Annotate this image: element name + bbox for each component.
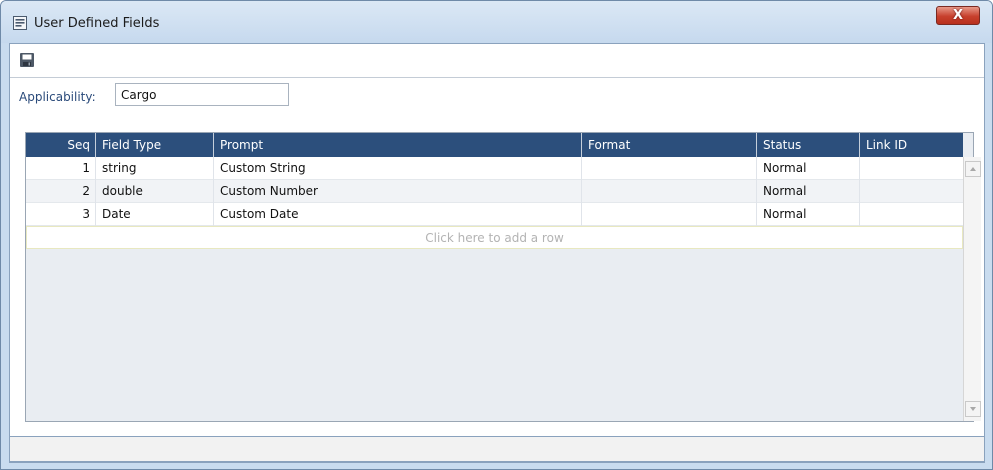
cell-status[interactable]: Normal (757, 157, 860, 180)
cell-status[interactable]: Normal (757, 203, 860, 226)
window-content: Applicability: Seq Field Type Prompt For… (9, 43, 985, 463)
form-icon (12, 15, 28, 31)
cell-link-id[interactable] (860, 203, 963, 226)
cell-field-type[interactable]: Date (96, 203, 214, 226)
applicability-field[interactable] (115, 83, 289, 106)
arrow-up-icon[interactable] (965, 161, 981, 177)
header-status[interactable]: Status (757, 133, 860, 157)
window: User Defined Fields X Applicability: Seq… (0, 0, 993, 470)
cell-prompt[interactable]: Custom String (214, 157, 582, 180)
header-link-id[interactable]: Link ID (860, 133, 963, 157)
window-title: User Defined Fields (34, 16, 160, 31)
fields-grid: Seq Field Type Prompt Format Status Link… (25, 132, 981, 422)
header-prompt[interactable]: Prompt (214, 133, 582, 157)
arrow-down-icon[interactable] (965, 401, 981, 417)
cell-field-type[interactable]: string (96, 157, 214, 180)
toolbar (10, 44, 984, 78)
table-row[interactable]: 1 string Custom String Normal (26, 157, 963, 180)
cell-seq: 3 (26, 203, 96, 226)
applicability-label: Applicability: (19, 90, 96, 104)
cell-format[interactable] (582, 157, 757, 180)
close-button[interactable]: X (936, 6, 980, 25)
cell-seq: 2 (26, 180, 96, 203)
cell-link-id[interactable] (860, 157, 963, 180)
save-icon[interactable] (19, 52, 35, 68)
cell-format[interactable] (582, 203, 757, 226)
add-row-button[interactable]: Click here to add a row (26, 226, 963, 249)
cell-prompt[interactable]: Custom Date (214, 203, 582, 226)
table-row[interactable]: 2 double Custom Number Normal (26, 180, 963, 203)
cell-field-type[interactable]: double (96, 180, 214, 203)
cell-format[interactable] (582, 180, 757, 203)
cell-status[interactable]: Normal (757, 180, 860, 203)
header-field-type[interactable]: Field Type (96, 133, 214, 157)
header-format[interactable]: Format (582, 133, 757, 157)
cell-prompt[interactable]: Custom Number (214, 180, 582, 203)
status-bar (9, 436, 985, 462)
cell-link-id[interactable] (860, 180, 963, 203)
title-bar[interactable]: User Defined Fields X (1, 1, 992, 43)
cell-seq: 1 (26, 157, 96, 180)
header-seq[interactable]: Seq (26, 133, 96, 157)
table-row[interactable]: 3 Date Custom Date Normal (26, 203, 963, 226)
vertical-scrollbar[interactable] (963, 157, 981, 421)
grid-header: Seq Field Type Prompt Format Status Link… (26, 133, 963, 157)
